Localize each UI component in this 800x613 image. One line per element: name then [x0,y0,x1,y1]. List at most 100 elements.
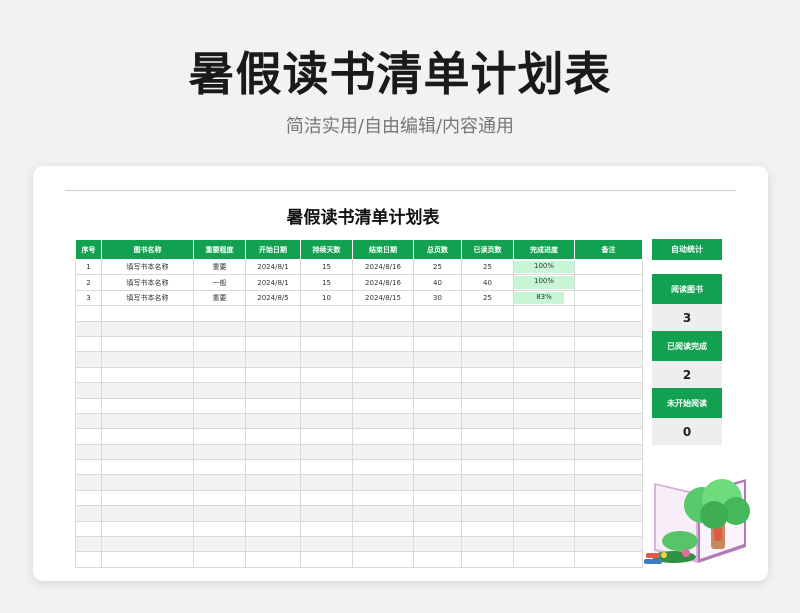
empty-cell[interactable] [461,536,514,553]
empty-cell[interactable] [300,366,353,384]
empty-cell[interactable] [75,351,102,368]
empty-cell[interactable] [513,305,575,322]
empty-cell[interactable] [352,551,414,568]
empty-cell[interactable] [461,305,514,322]
empty-cell[interactable] [101,505,194,522]
empty-cell[interactable] [352,520,414,538]
empty-cell[interactable] [513,335,575,353]
empty-cell[interactable] [101,474,194,491]
empty-cell[interactable] [245,320,301,337]
empty-cell[interactable] [413,489,462,507]
cell-start-date[interactable]: 2024/8/1 [245,258,301,276]
empty-cell[interactable] [193,351,246,368]
empty-cell[interactable] [574,397,643,414]
empty-cell[interactable] [352,459,414,476]
empty-cell[interactable] [101,351,194,368]
empty-cell[interactable] [413,412,462,430]
empty-cell[interactable] [75,382,102,399]
empty-cell[interactable] [193,459,246,476]
empty-cell[interactable] [245,443,301,461]
empty-cell[interactable] [193,520,246,538]
empty-cell[interactable] [300,305,353,322]
empty-cell[interactable] [193,551,246,568]
empty-cell[interactable] [245,366,301,384]
empty-cell[interactable] [513,505,575,522]
cell-duration[interactable]: 15 [300,258,353,276]
empty-cell[interactable] [513,320,575,337]
empty-cell[interactable] [461,505,514,522]
empty-cell[interactable] [75,412,102,430]
empty-cell[interactable] [413,443,462,461]
col-header-importance[interactable]: 重要程度 [193,239,246,260]
empty-cell[interactable] [300,382,353,399]
empty-cell[interactable] [193,489,246,507]
empty-cell[interactable] [513,382,575,399]
empty-cell[interactable] [413,459,462,476]
empty-cell[interactable] [193,305,246,322]
empty-cell[interactable] [75,305,102,322]
cell-read-pages[interactable]: 40 [461,274,514,291]
empty-cell[interactable] [101,397,194,414]
empty-cell[interactable] [300,397,353,414]
empty-cell[interactable] [75,443,102,461]
empty-cell[interactable] [75,366,102,384]
empty-cell[interactable] [352,443,414,461]
cell-read-pages[interactable]: 25 [461,289,514,307]
empty-cell[interactable] [300,320,353,337]
empty-cell[interactable] [75,335,102,353]
empty-cell[interactable] [101,320,194,337]
empty-cell[interactable] [413,428,462,445]
empty-cell[interactable] [101,520,194,538]
col-header-start-date[interactable]: 开始日期 [245,239,301,260]
empty-cell[interactable] [574,474,643,491]
empty-cell[interactable] [574,351,643,368]
empty-cell[interactable] [352,382,414,399]
cell-importance[interactable]: 一般 [193,274,246,291]
cell-progress[interactable]: 100% [513,274,575,291]
cell-total-pages[interactable]: 40 [413,274,462,291]
empty-cell[interactable] [245,428,301,445]
empty-cell[interactable] [461,397,514,414]
empty-cell[interactable] [461,459,514,476]
col-header-duration[interactable]: 持续天数 [300,239,353,260]
empty-cell[interactable] [513,489,575,507]
cell-no[interactable]: 3 [75,289,102,307]
empty-cell[interactable] [574,335,643,353]
empty-cell[interactable] [352,397,414,414]
empty-cell[interactable] [513,397,575,414]
empty-cell[interactable] [461,551,514,568]
empty-cell[interactable] [245,412,301,430]
empty-cell[interactable] [75,320,102,337]
cell-importance[interactable]: 重要 [193,289,246,307]
empty-cell[interactable] [75,428,102,445]
empty-cell[interactable] [193,443,246,461]
cell-progress[interactable]: 83% [513,289,575,307]
empty-cell[interactable] [245,536,301,553]
empty-cell[interactable] [413,474,462,491]
empty-cell[interactable] [101,551,194,568]
empty-cell[interactable] [352,412,414,430]
empty-cell[interactable] [193,412,246,430]
empty-cell[interactable] [513,428,575,445]
empty-cell[interactable] [574,305,643,322]
empty-cell[interactable] [574,459,643,476]
empty-cell[interactable] [101,335,194,353]
cell-note[interactable] [574,258,643,276]
empty-cell[interactable] [352,320,414,337]
cell-note[interactable] [574,274,643,291]
empty-cell[interactable] [513,351,575,368]
empty-cell[interactable] [513,536,575,553]
empty-cell[interactable] [461,382,514,399]
empty-cell[interactable] [300,505,353,522]
empty-cell[interactable] [352,351,414,368]
empty-cell[interactable] [193,474,246,491]
empty-cell[interactable] [413,505,462,522]
empty-cell[interactable] [75,474,102,491]
cell-total-pages[interactable]: 30 [413,289,462,307]
empty-cell[interactable] [352,366,414,384]
empty-cell[interactable] [101,489,194,507]
empty-cell[interactable] [75,505,102,522]
col-header-no[interactable]: 序号 [75,239,102,260]
cell-start-date[interactable]: 2024/8/5 [245,289,301,307]
empty-cell[interactable] [193,320,246,337]
